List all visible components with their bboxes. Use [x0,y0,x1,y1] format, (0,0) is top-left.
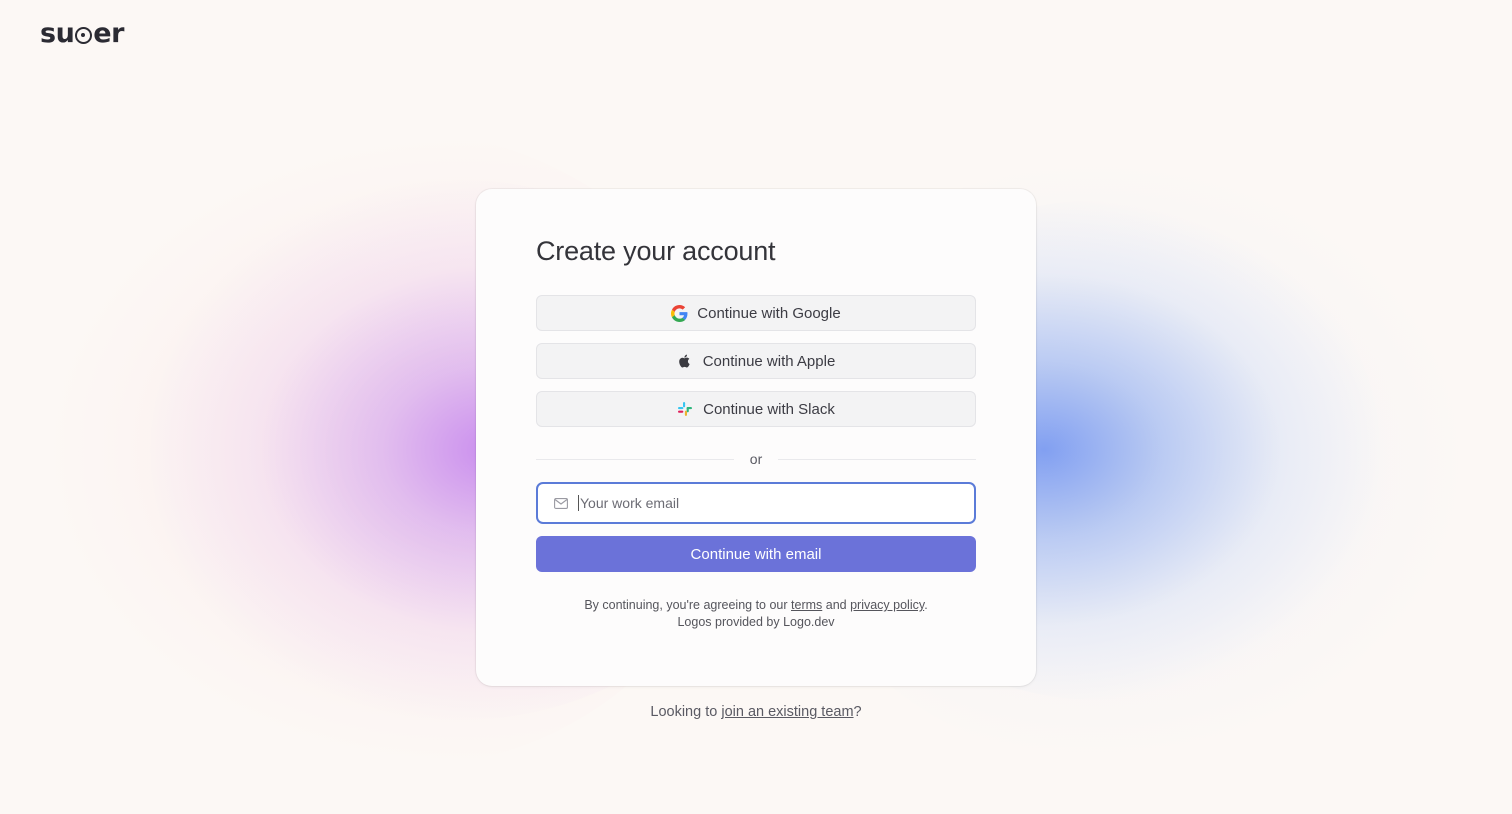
privacy-policy-link[interactable]: privacy policy [850,598,924,612]
apple-button-label: Continue with Apple [702,352,836,370]
continue-with-email-button[interactable]: Continue with email [536,536,976,572]
terms-link[interactable]: terms [791,598,822,612]
divider-line-left [536,458,734,460]
super-logo[interactable]: su er [40,18,124,49]
legal-and: and [822,598,851,612]
logo-text-end: er [93,18,124,49]
slack-icon [677,401,694,418]
legal-line: By continuing, you're agreeing to our te… [536,597,976,614]
continue-with-google-button[interactable]: Continue with Google [536,295,976,331]
mail-icon [554,497,568,509]
continue-with-apple-button[interactable]: Continue with Apple [536,343,976,379]
logo-text-start: su [40,18,75,49]
signup-card: Create your account Continue with Google… [476,189,1036,686]
apple-icon [677,353,694,370]
legal-suffix: . [924,598,928,612]
page-title: Create your account [536,236,776,266]
logos-credit: Logos provided by Logo.dev [677,615,835,629]
legal-prefix: By continuing, you're agreeing to our [584,598,792,612]
google-icon [671,304,688,322]
join-team-prompt: Looking to join an existing team? [0,704,1512,720]
email-input[interactable] [578,495,974,511]
footer-suffix: ? [853,704,862,720]
slack-button-label: Continue with Slack [703,400,835,418]
divider-text: or [749,451,763,467]
or-divider: or [536,450,977,468]
continue-with-slack-button[interactable]: Continue with Slack [536,391,976,427]
footer-prefix: Looking to [650,704,722,720]
email-field[interactable] [536,482,976,524]
logo-p-mark [75,27,93,44]
signup-page: su er Create your account Continue with G… [0,0,1512,814]
join-existing-team-link[interactable]: join an existing team [721,704,853,720]
legal-text: By continuing, you're agreeing to our te… [536,597,976,631]
google-button-label: Continue with Google [697,304,841,322]
continue-with-email-label: Continue with email [690,545,822,563]
divider-line-right [778,458,977,460]
